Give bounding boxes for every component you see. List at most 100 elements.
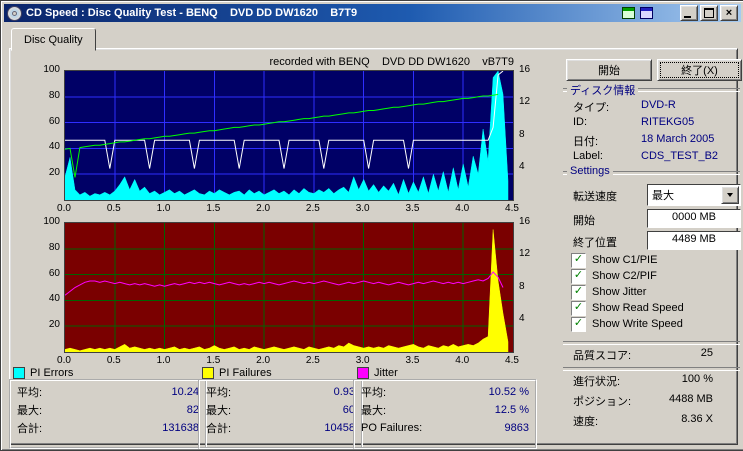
progress-label: 進行状況: [573, 376, 621, 388]
axis-tick-label: 1.5 [206, 203, 221, 214]
axis-tick-label: 2.0 [256, 355, 271, 366]
pi-failures-x-axis: 0.0 0.5 1.0 1.5 2.0 2.5 3.0 3.5 4.0 4.5 [57, 355, 519, 366]
checkbox-show-read-speed[interactable]: ✓ Show Read Speed [571, 300, 684, 316]
jitter-swatch [357, 367, 369, 379]
maximize-button[interactable] [700, 5, 718, 21]
axis-tick-label: 0.0 [57, 203, 71, 214]
disc-date-label: 日付: [573, 136, 599, 148]
combo-dropdown-button[interactable] [721, 186, 739, 204]
end-position-field[interactable]: 4489 MB [647, 231, 741, 250]
stat-row: 最大: 60 [206, 401, 355, 419]
checkbox-box[interactable]: ✓ [571, 284, 586, 300]
pi-failures-stats-panel: 平均: 0.93 最大: 60 合計: 10458 [198, 379, 363, 449]
checkbox-show-c2-pif[interactable]: ✓ Show C2/PIF [571, 268, 657, 284]
stat-label: 平均: [206, 387, 232, 399]
axis-tick-label: 2.5 [305, 355, 320, 366]
stat-value: 12.5 % [494, 404, 529, 416]
start-position-field[interactable]: 0000 MB [647, 209, 741, 228]
tab-disc-quality[interactable]: Disc Quality [11, 28, 96, 51]
stat-row: 平均: 0.93 [206, 383, 355, 401]
check-icon: ✓ [573, 301, 584, 313]
stat-row: 最大: 82 [17, 401, 199, 419]
start-button[interactable]: 開始 [566, 59, 652, 81]
checkbox-show-jitter[interactable]: ✓ Show Jitter [571, 284, 647, 300]
exit-button[interactable]: 終了(X) [657, 59, 742, 81]
stat-label: 最大: [361, 405, 387, 417]
checkbox-box[interactable]: ✓ [571, 300, 586, 316]
checkbox-show-write-speed[interactable]: ✓ Show Write Speed [571, 316, 683, 332]
checkbox-show-c1-pie[interactable]: ✓ Show C1/PIE [571, 252, 657, 268]
chevron-down-icon [727, 193, 733, 197]
axis-tick-label: 100 [43, 64, 60, 75]
minimize-button[interactable] [680, 5, 698, 21]
transfer-speed-select[interactable]: 最大 [647, 184, 741, 206]
app-window: CD Speed : Disc Quality Test - BENQ DVD … [0, 0, 743, 451]
checkbox-box[interactable]: ✓ [571, 252, 586, 268]
stat-row: 平均: 10.52 % [361, 383, 529, 401]
axis-tick-label: 4.5 [505, 203, 519, 214]
titlebar[interactable]: CD Speed : Disc Quality Test - BENQ DVD … [4, 4, 741, 22]
axis-tick-label: 12 [519, 96, 531, 108]
disc-info-caption: ディスク情報 [567, 82, 639, 98]
checkbox-box[interactable]: ✓ [571, 268, 586, 284]
axis-tick-label: 20 [48, 167, 60, 179]
stat-label: 平均: [17, 387, 43, 399]
check-icon: ✓ [573, 269, 584, 281]
separator [563, 367, 740, 371]
pi-errors-y-axis-left: 100 80 60 40 20 [28, 64, 60, 201]
jitter-legend: Jitter [357, 367, 398, 379]
axis-tick-label: 16 [519, 64, 531, 75]
axis-tick-label: 8 [519, 128, 525, 140]
pi-failures-chart-plot [64, 222, 514, 353]
disc-label-value: CDS_TEST_B2 [641, 150, 719, 162]
stat-label: PO Failures: [361, 422, 423, 434]
tab-label: Disc Quality [24, 33, 83, 46]
checkbox-label: Show Write Speed [592, 318, 683, 330]
stat-row: 最大: 12.5 % [361, 401, 529, 419]
green-app-icon[interactable] [620, 6, 636, 20]
checkbox-label: Show Jitter [592, 286, 647, 298]
blue-document-icon [639, 7, 653, 19]
pi-failures-jitter-chart: 100 80 60 40 20 16 12 8 4 0.0 0.5 1.0 1.5 2.0 2.5 3.0… [43, 216, 530, 366]
axis-tick-label: 60 [48, 115, 60, 127]
stat-label: 合計: [17, 423, 43, 435]
checkbox-box[interactable]: ✓ [571, 316, 586, 332]
axis-tick-label: 80 [48, 241, 60, 253]
position-value: 4488 MB [668, 393, 713, 405]
axis-tick-label: 4 [519, 160, 525, 172]
close-button[interactable]: × [720, 5, 738, 21]
axis-tick-label: 2.5 [305, 203, 320, 214]
stat-label: 平均: [361, 387, 387, 399]
blue-app-icon[interactable] [638, 6, 654, 20]
stat-label: 合計: [206, 423, 232, 435]
axis-tick-label: 4.0 [455, 203, 470, 214]
check-icon: ✓ [573, 285, 584, 297]
stat-row: PO Failures: 9863 [361, 419, 529, 437]
speed-label: 速度: [573, 416, 599, 428]
quality-score-value: 25 [700, 347, 713, 359]
axis-tick-label: 60 [48, 267, 60, 279]
axis-tick-label: 3.0 [355, 355, 370, 366]
axis-tick-label: 8 [519, 280, 525, 292]
check-icon: ✓ [573, 317, 584, 329]
axis-tick-label: 12 [519, 248, 531, 260]
cd-speed-app-icon [7, 5, 22, 21]
stat-value: 10.24 [171, 386, 199, 398]
disc-type-label: タイプ: [573, 102, 610, 114]
close-icon: × [725, 6, 733, 19]
pi-errors-swatch [13, 367, 25, 379]
minimize-icon [684, 16, 691, 18]
start-position-label: 開始 [573, 215, 595, 227]
separator [563, 341, 740, 345]
disc-id-label: ID: [573, 116, 588, 128]
pi-errors-y-axis-right: 16 12 8 4 [519, 64, 543, 201]
pi-failures-swatch [202, 367, 214, 379]
disc-type-value: DVD-R [641, 99, 676, 111]
axis-tick-label: 100 [43, 216, 60, 227]
transfer-speed-label: 転送速度 [573, 191, 617, 203]
settings-caption: Settings [567, 165, 613, 177]
stat-row: 合計: 131638 [17, 419, 199, 437]
jitter-stats-panel: 平均: 10.52 % 最大: 12.5 % PO Failures: 9863 [353, 379, 537, 449]
check-icon: ✓ [573, 253, 584, 265]
axis-tick-label: 1.0 [156, 203, 171, 214]
